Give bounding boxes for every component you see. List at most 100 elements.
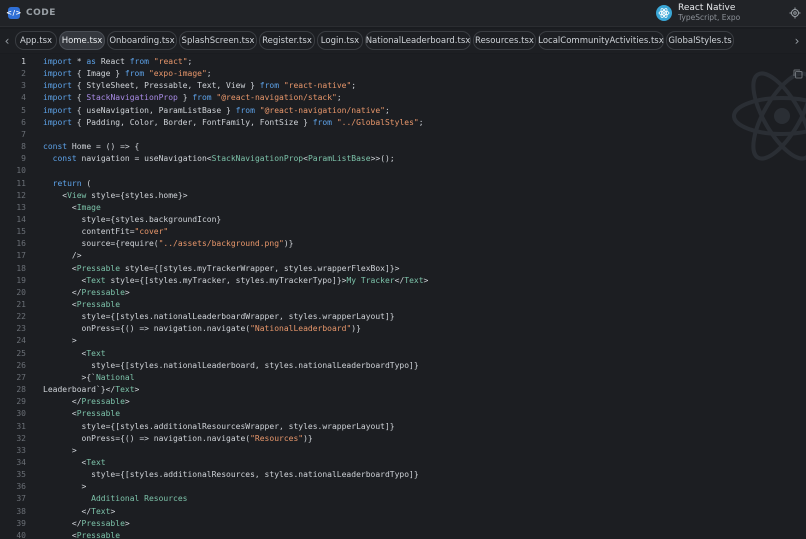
code-line[interactable]: 22 style={[styles.nationalLeaderboardWra… xyxy=(0,311,806,323)
code-line[interactable]: 18 <Pressable style={[styles.myTrackerWr… xyxy=(0,263,806,275)
code-text: <Pressable xyxy=(43,300,121,309)
scroll-left-chevron-icon[interactable]: ‹ xyxy=(2,33,12,49)
line-number: 26 xyxy=(16,360,26,370)
line-number: 25 xyxy=(16,348,26,358)
code-line[interactable]: 10 xyxy=(0,165,806,177)
code-line[interactable]: 38 </Text> xyxy=(0,506,806,518)
code-line[interactable]: 3 import { StyleSheet, Pressable, Text, V… xyxy=(0,80,806,92)
line-number: 19 xyxy=(16,275,26,285)
tab-national-leaderboard[interactable]: NationalLeaderboard.tsx xyxy=(365,31,471,50)
code-line[interactable]: 35 style={[styles.additionalResources, s… xyxy=(0,469,806,481)
tab-resources[interactable]: Resources.tsx xyxy=(473,31,536,50)
code-line[interactable]: 31 style={[styles.additionalResourcesWra… xyxy=(0,421,806,433)
tab-register[interactable]: Register.tsx xyxy=(259,31,315,50)
code-text: import { useNavigation, ParamListBase } … xyxy=(43,105,390,115)
code-text: Leaderboard`}</Text> xyxy=(43,385,140,395)
line-number: 39 xyxy=(16,518,26,528)
tab-local-community-activities[interactable]: LocalCommunityActivities.tsx xyxy=(538,31,664,50)
code-icon: </> xyxy=(6,7,22,19)
line-number: 2 xyxy=(21,69,26,79)
code-line[interactable]: 16 source={require("../assets/background… xyxy=(0,238,806,250)
line-number: 15 xyxy=(16,227,26,237)
scroll-right-chevron-icon[interactable]: › xyxy=(792,33,802,49)
code-line[interactable]: 25 <Text xyxy=(0,348,806,360)
code-line[interactable]: 34 <Text xyxy=(0,457,806,469)
code-editor[interactable]: 1 import * as React from "react"; 2 import … xyxy=(0,54,806,539)
line-number: 6 xyxy=(21,117,26,127)
code-line[interactable]: 13 <Image xyxy=(0,202,806,214)
code-line[interactable]: 5 import { useNavigation, ParamListBase }… xyxy=(0,105,806,117)
code-line[interactable]: 36 > xyxy=(0,481,806,493)
line-number: 11 xyxy=(16,178,26,188)
code-line[interactable]: 20 </Pressable> xyxy=(0,287,806,299)
code-line[interactable]: 1 import * as React from "react"; xyxy=(0,56,806,68)
line-number: 20 xyxy=(16,287,26,297)
code-text: onPress={() => navigation.navigate("Nati… xyxy=(43,324,361,334)
framework-title: React Native xyxy=(678,3,736,13)
line-number: 37 xyxy=(16,494,26,504)
code-line[interactable]: 37 Additional Resources xyxy=(0,493,806,505)
code-line[interactable]: 12 <View style={styles.home}> xyxy=(0,190,806,202)
code-line[interactable]: 17 /> xyxy=(0,250,806,262)
code-text: <Pressable style={[styles.myTrackerWrapp… xyxy=(43,263,400,273)
tab-global-styles[interactable]: GlobalStyles.ts xyxy=(666,31,734,50)
code-text: <Text xyxy=(43,348,106,358)
code-text: return ( xyxy=(52,178,92,188)
settings-gear-icon[interactable] xyxy=(788,6,802,20)
framework-subtitle: TypeScript, Expo xyxy=(678,13,741,22)
code-line[interactable]: 40 <Pressable xyxy=(0,530,806,539)
code-text: </Text> xyxy=(43,506,116,516)
file-tabs: ‹ App.tsx Home.tsx Onboarding.tsx Splash… xyxy=(0,29,806,53)
code-text: onPress={() => navigation.navigate("Reso… xyxy=(43,433,313,443)
line-number: 3 xyxy=(21,81,26,91)
code-line[interactable]: 15 contentFit="cover" xyxy=(0,226,806,238)
code-text: > xyxy=(43,336,77,346)
top-bar: </> CODE React Native TypeScript, Expo xyxy=(0,0,806,27)
tab-splash-screen[interactable]: SplashScreen.tsx xyxy=(179,31,257,50)
code-line[interactable]: 8 const Home = () => { xyxy=(0,141,806,153)
framework-selector[interactable]: React Native TypeScript, Expo xyxy=(652,0,788,26)
line-number: 13 xyxy=(16,202,26,212)
line-number: 18 xyxy=(16,263,26,273)
code-line[interactable]: 14 style={styles.backgroundIcon} xyxy=(0,214,806,226)
code-text: <Image xyxy=(43,202,101,212)
code-line[interactable]: 9 const navigation = useNavigation<Stack… xyxy=(0,153,806,165)
code-line[interactable]: 23 onPress={() => navigation.navigate("N… xyxy=(0,323,806,335)
line-number: 34 xyxy=(16,457,26,467)
code-line[interactable]: 27 >{`National xyxy=(0,372,806,384)
code-line[interactable]: 21 <Pressable xyxy=(0,299,806,311)
code-line[interactable]: 7 xyxy=(0,129,806,141)
code-line[interactable]: 29 </Pressable> xyxy=(0,396,806,408)
code-line[interactable]: 11 return ( xyxy=(0,178,806,190)
code-line[interactable]: 33 > xyxy=(0,445,806,457)
code-text: /> xyxy=(43,251,82,261)
code-line[interactable]: 28 Leaderboard`}</Text> xyxy=(0,384,806,396)
code-line[interactable]: 4 import { StackNavigationProp } from "@r… xyxy=(0,92,806,104)
tab-app[interactable]: App.tsx xyxy=(15,31,57,50)
code-text: Additional Resources xyxy=(43,494,188,504)
tab-login[interactable]: Login.tsx xyxy=(317,31,363,50)
line-number: 23 xyxy=(16,324,26,334)
code-text: </Pressable> xyxy=(43,397,130,407)
code-text: <Text style={[styles.myTracker, styles.m… xyxy=(43,275,429,285)
code-line[interactable]: 2 import { Image } from "expo-image"; xyxy=(0,68,806,80)
code-line[interactable]: 32 onPress={() => navigation.navigate("R… xyxy=(0,433,806,445)
code-text: style={styles.backgroundIcon} xyxy=(43,214,222,224)
tab-onboarding[interactable]: Onboarding.tsx xyxy=(107,31,177,50)
code-text: const Home = () => { xyxy=(43,142,140,152)
code-text: import { StackNavigationProp } from "@re… xyxy=(43,93,342,103)
code-line[interactable]: 24 > xyxy=(0,335,806,347)
line-number: 17 xyxy=(16,251,26,261)
line-number: 29 xyxy=(16,397,26,407)
code-line[interactable]: 26 style={[styles.nationalLeaderboard, s… xyxy=(0,360,806,372)
line-number: 40 xyxy=(16,530,26,539)
code-line[interactable]: 6 import { Padding, Color, Border, FontFa… xyxy=(0,117,806,129)
code-line[interactable]: 39 </Pressable> xyxy=(0,518,806,530)
code-line[interactable]: 19 <Text style={[styles.myTracker, style… xyxy=(0,275,806,287)
line-number: 9 xyxy=(21,154,26,164)
code-text: <Text xyxy=(43,457,106,467)
line-number: 31 xyxy=(16,421,26,431)
tab-home[interactable]: Home.tsx xyxy=(59,31,105,50)
code-line[interactable]: 30 <Pressable xyxy=(0,408,806,420)
line-number: 33 xyxy=(16,445,26,455)
